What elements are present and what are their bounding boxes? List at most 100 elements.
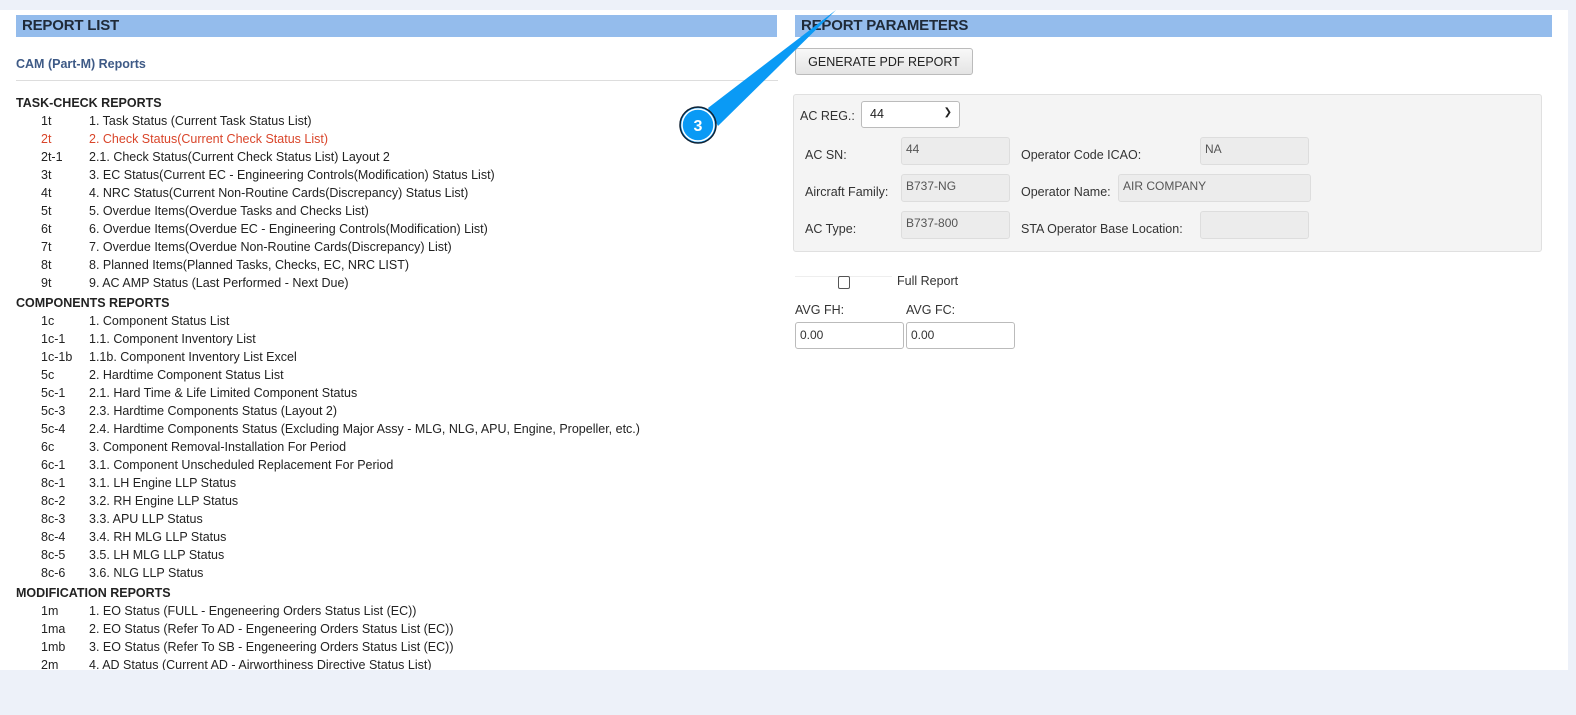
operator-name-field[interactable]: AIR COMPANY [1118,174,1311,202]
report-label: 1.1. Component Inventory List [89,332,256,346]
aircraft-parameters-box: AC REG.: 44 ❯ AC SN: 44 Aircraft Family: … [793,94,1542,252]
report-code: 6t [41,222,52,236]
report-code: 8c-1 [41,476,66,490]
report-code: 6c-1 [41,458,66,472]
report-code: 1c-1 [41,332,66,346]
report-item[interactable]: 8c-3 3.3. APU LLP Status [16,510,776,528]
report-item[interactable]: 5c 2. Hardtime Component Status List [16,366,776,384]
report-panel: REPORT LIST CAM (Part-M) Reports TASK-CH… [0,10,1568,670]
report-item[interactable]: 5t 5. Overdue Items(Overdue Tasks and Che… [16,202,776,220]
generate-pdf-report-button[interactable]: GENERATE PDF REPORT [795,48,973,75]
report-code: 8c-4 [41,530,66,544]
report-code: 2t-1 [41,150,63,164]
report-code: 1c-1b [41,350,73,364]
report-label: 3.4. RH MLG LLP Status [89,530,227,544]
section-heading: MODIFICATION REPORTS [16,586,171,600]
full-report-label: Full Report [897,274,959,288]
operator-code-icao-field[interactable]: NA [1200,137,1309,165]
ac-reg-select[interactable]: 44 ❯ [861,101,960,128]
report-code: 6c [41,440,55,454]
report-label: 3. Component Removal-Installation For Pe… [89,440,347,454]
aircraft-family-label: Aircraft Family: [805,185,889,199]
report-code: 5c-1 [41,386,66,400]
report-item[interactable]: 1ma 2. EO Status (Refer To AD - Engeneeri… [16,620,776,638]
report-label: 3. EC Status(Current EC - Engineering Co… [89,168,495,182]
report-label: 9. AC AMP Status (Last Performed - Next … [89,276,349,290]
report-code: 3t [41,168,52,182]
report-code: 2m [41,658,59,670]
divider [16,80,778,81]
report-label: 2.3. Hardtime Components Status (Layout … [89,404,338,418]
report-item[interactable]: 8c-2 3.2. RH Engine LLP Status [16,492,776,510]
report-label: 3.1. Component Unscheduled Replacement F… [89,458,394,472]
avg-fh-input[interactable]: 0.00 [795,322,904,349]
avg-fc-label: AVG FC: [906,303,956,317]
report-item[interactable]: 9t 9. AC AMP Status (Last Performed - Nex… [16,274,776,292]
report-code: 9t [41,276,52,290]
report-category-title: CAM (Part-M) Reports [16,57,146,71]
report-label: 2. Hardtime Component Status List [89,368,284,382]
report-code: 1t [41,114,52,128]
report-label: 5. Overdue Items(Overdue Tasks and Check… [89,204,369,218]
report-label: 1.1b. Component Inventory List Excel [89,350,297,364]
operator-name-label: Operator Name: [1021,185,1111,199]
report-code: 7t [41,240,52,254]
report-item[interactable]: 2t 2. Check Status(Current Check Status L… [16,130,776,148]
report-item[interactable]: 2t-1 2.1. Check Status(Current Check Stat… [16,148,776,166]
avg-fh-label: AVG FH: [795,303,845,317]
report-item[interactable]: 5c-1 2.1. Hard Time & Life Limited Compon… [16,384,776,402]
report-item[interactable]: 5c-3 2.3. Hardtime Components Status (Lay… [16,402,776,420]
report-code: 4t [41,186,52,200]
report-label: 2. EO Status (Refer To AD - Engeneering … [89,622,454,636]
report-label: 3.1. LH Engine LLP Status [89,476,237,490]
ac-type-label: AC Type: [805,222,857,236]
report-label: 6. Overdue Items(Overdue EC - Engineerin… [89,222,488,236]
report-label: 3.2. RH Engine LLP Status [89,494,239,508]
report-label: 2.1. Hard Time & Life Limited Component … [89,386,358,400]
report-item[interactable]: 1t 1. Task Status (Current Task Status Li… [16,112,776,130]
operator-code-icao-label: Operator Code ICAO: [1021,148,1142,162]
report-item[interactable]: 8c-5 3.5. LH MLG LLP Status [16,546,776,564]
report-item[interactable]: 3t 3. EC Status(Current EC - Engineering … [16,166,776,184]
report-label: 2. Check Status(Current Check Status Lis… [89,132,328,146]
report-item[interactable]: 1mb 3. EO Status (Refer To SB - Engeneeri… [16,638,776,656]
chevron-down-icon: ❯ [943,107,952,118]
report-item[interactable]: 6t 6. Overdue Items(Overdue EC - Engineer… [16,220,776,238]
report-code: 1c [41,314,55,328]
report-label: 3.3. APU LLP Status [89,512,203,526]
ac-sn-field[interactable]: 44 [901,137,1010,165]
report-item[interactable]: 4t 4. NRC Status(Current Non-Routine Card… [16,184,776,202]
aircraft-family-field[interactable]: B737-NG [901,174,1010,202]
report-item[interactable]: 6c-1 3.1. Component Unscheduled Replaceme… [16,456,776,474]
report-label: 4. NRC Status(Current Non-Routine Cards(… [89,186,469,200]
report-code: 5t [41,204,52,218]
report-code: 1m [41,604,59,618]
report-code: 1ma [41,622,66,636]
report-label: 8. Planned Items(Planned Tasks, Checks, … [89,258,410,272]
report-item[interactable]: 7t 7. Overdue Items(Overdue Non-Routine C… [16,238,776,256]
ac-type-field[interactable]: B737-800 [901,211,1010,239]
report-item[interactable]: 1c 1. Component Status List [16,312,776,330]
report-item[interactable]: 8t 8. Planned Items(Planned Tasks, Checks… [16,256,776,274]
report-label: 3. EO Status (Refer To SB - Engeneering … [89,640,454,654]
ac-sn-label: AC SN: [805,148,847,162]
report-code: 2t [41,132,52,146]
report-item[interactable]: 1c-1 1.1. Component Inventory List [16,330,776,348]
full-report-checkbox[interactable] [838,276,850,289]
report-label: 1. Component Status List [89,314,230,328]
report-item[interactable]: 2m 4. AD Status (Current AD - Airworthine… [16,656,776,670]
report-item[interactable]: 6c 3. Component Removal-Installation For … [16,438,776,456]
report-item[interactable]: 8c-1 3.1. LH Engine LLP Status [16,474,776,492]
avg-fc-input[interactable]: 0.00 [906,322,1015,349]
report-item[interactable]: 1m 1. EO Status (FULL - Engeneering Order… [16,602,776,620]
sta-operator-base-field[interactable] [1200,211,1309,239]
report-code: 1mb [41,640,66,654]
report-item[interactable]: 8c-6 3.6. NLG LLP Status [16,564,776,582]
report-label: 3.6. NLG LLP Status [89,566,204,580]
report-list-header: REPORT LIST [16,15,777,37]
report-label: 3.5. LH MLG LLP Status [89,548,225,562]
report-item[interactable]: 1c-1b 1.1b. Component Inventory List Exce… [16,348,776,366]
report-code: 8c-5 [41,548,66,562]
report-item[interactable]: 5c-4 2.4. Hardtime Components Status (Exc… [16,420,776,438]
report-item[interactable]: 8c-4 3.4. RH MLG LLP Status [16,528,776,546]
